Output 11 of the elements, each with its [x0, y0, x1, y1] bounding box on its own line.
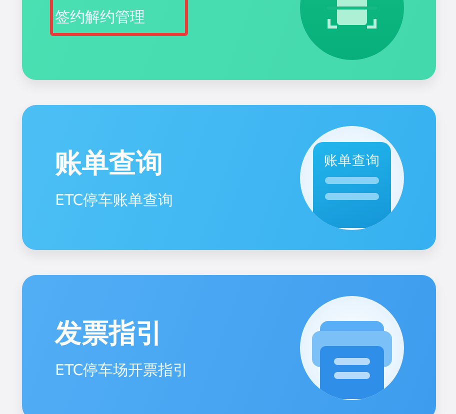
card-subtitle: ETC停车账单查询 — [55, 191, 174, 210]
card-title: 发票指引 — [55, 317, 164, 351]
card-title: 账单查询 — [55, 147, 164, 181]
card-subtitle: ETC停车场开票指引 — [55, 361, 188, 380]
menu-card[interactable]: 签约解约管理 — [22, 0, 436, 80]
menu-card[interactable]: 账单查询 ETC停车账单查询 账单查询 — [22, 105, 436, 250]
lines-icon — [325, 174, 379, 200]
card-subtitle: 签约解约管理 — [55, 8, 145, 26]
menu-card[interactable]: 发票指引 ETC停车场开票指引 — [22, 275, 436, 414]
icon-label: 账单查询 — [324, 152, 380, 170]
printer-icon — [312, 318, 392, 398]
